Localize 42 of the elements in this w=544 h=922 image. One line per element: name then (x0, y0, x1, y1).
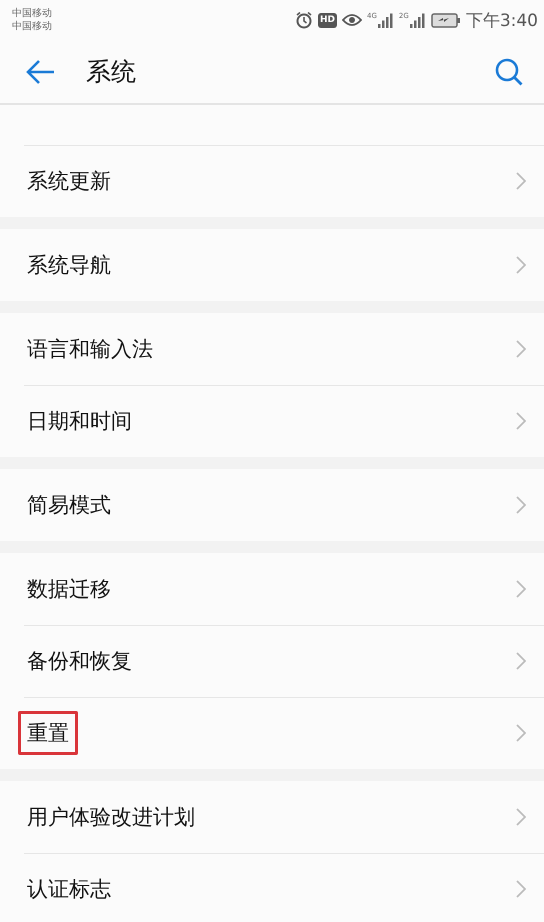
chevron-icon (516, 580, 526, 598)
chevron-icon (516, 172, 526, 190)
chevron-icon (516, 256, 526, 274)
settings-item[interactable]: 认证标志 (0, 853, 544, 922)
eye-icon (342, 13, 362, 27)
item-label: 语言和输入法 (26, 336, 154, 363)
hd-badge: HD (318, 12, 338, 28)
signal-icon (378, 12, 394, 28)
item-label: 认证标志 (26, 876, 112, 903)
chevron-icon (516, 340, 526, 358)
item-label: 简易模式 (26, 492, 112, 519)
item-label: 系统导航 (26, 252, 112, 279)
settings-item[interactable]: 语言和输入法 (0, 313, 544, 385)
carrier-name: 中国移动 (12, 7, 52, 20)
search-icon[interactable] (494, 56, 524, 86)
item-label: 日期和时间 (26, 408, 133, 435)
signal-icon (410, 12, 426, 28)
item-label: 数据迁移 (26, 576, 112, 603)
settings-item[interactable]: 简易模式 (0, 469, 544, 541)
item-label: 用户体验改进计划 (26, 804, 196, 831)
chevron-icon (516, 724, 526, 742)
settings-item[interactable]: 系统导航 (0, 229, 544, 301)
settings-item[interactable]: 系统更新 (0, 145, 544, 217)
settings-item[interactable]: 重置 (0, 697, 544, 769)
chevron-icon (516, 412, 526, 430)
chevron-icon (516, 808, 526, 826)
alarm-icon (295, 11, 314, 29)
settings-item[interactable]: 备份和恢复 (0, 625, 544, 697)
carrier-name: 中国移动 (12, 20, 52, 33)
clock-time: 下午3:40 (466, 10, 538, 32)
settings-item[interactable]: 日期和时间 (0, 385, 544, 457)
battery-charging-icon (430, 12, 461, 28)
chevron-icon (516, 880, 526, 898)
chevron-icon (516, 496, 526, 514)
page-title: 系统 (86, 56, 137, 88)
item-label: 系统更新 (26, 168, 112, 195)
item-label: 重置 (18, 711, 78, 755)
settings-item[interactable]: 数据迁移 (0, 553, 544, 625)
chevron-icon (516, 652, 526, 670)
settings-item[interactable]: 用户体验改进计划 (0, 781, 544, 853)
back-arrow-icon[interactable] (26, 58, 56, 84)
item-label: 备份和恢复 (26, 648, 133, 675)
